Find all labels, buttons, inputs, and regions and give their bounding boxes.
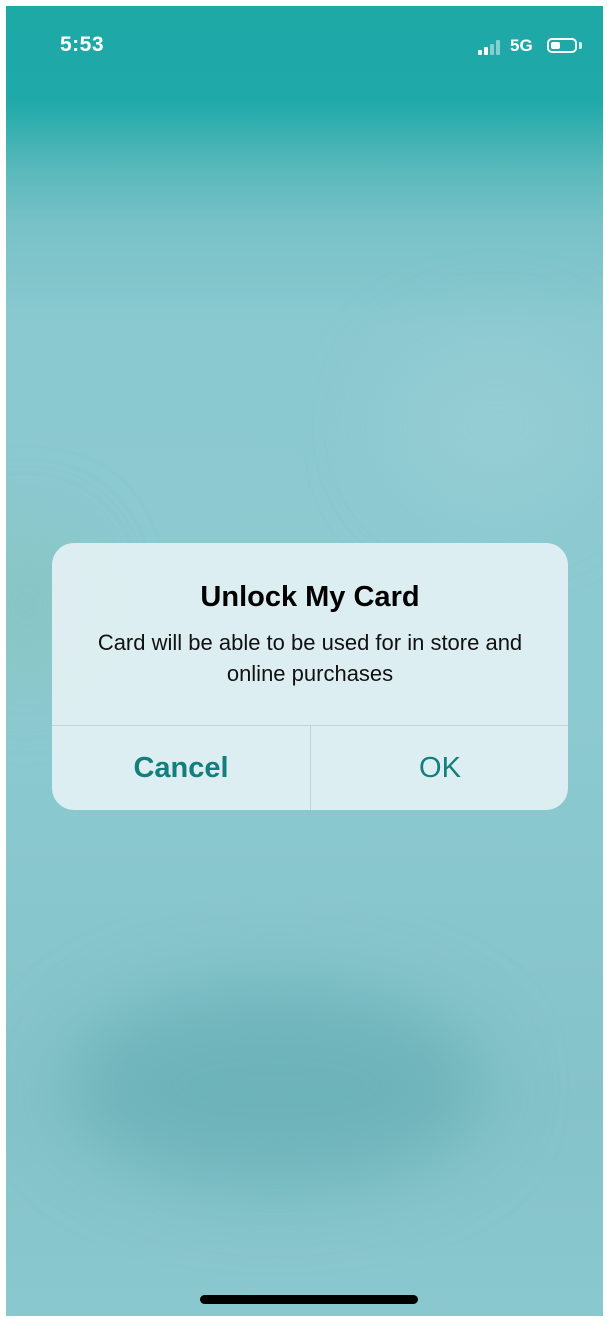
status-bar: 5:53 5G <box>6 6 603 86</box>
signal-icon <box>478 39 502 55</box>
background-blur <box>66 986 486 1186</box>
home-indicator[interactable] <box>200 1295 418 1304</box>
alert-message: Card will be able to be used for in stor… <box>97 630 523 686</box>
ok-button[interactable]: OK <box>311 726 568 810</box>
battery-icon <box>547 38 577 53</box>
alert-title: Unlock My Card <box>200 581 420 613</box>
background-blur <box>386 336 603 516</box>
alert-dialog: Unlock My Card Card will be able to be u… <box>52 543 568 810</box>
battery-cap <box>579 42 582 49</box>
cancel-button[interactable]: Cancel <box>52 726 310 810</box>
network-label: 5G <box>510 36 533 55</box>
app-screen: 5:53 5G Unlock My Card Card will be able… <box>6 6 603 1316</box>
status-time: 5:53 <box>60 33 105 56</box>
